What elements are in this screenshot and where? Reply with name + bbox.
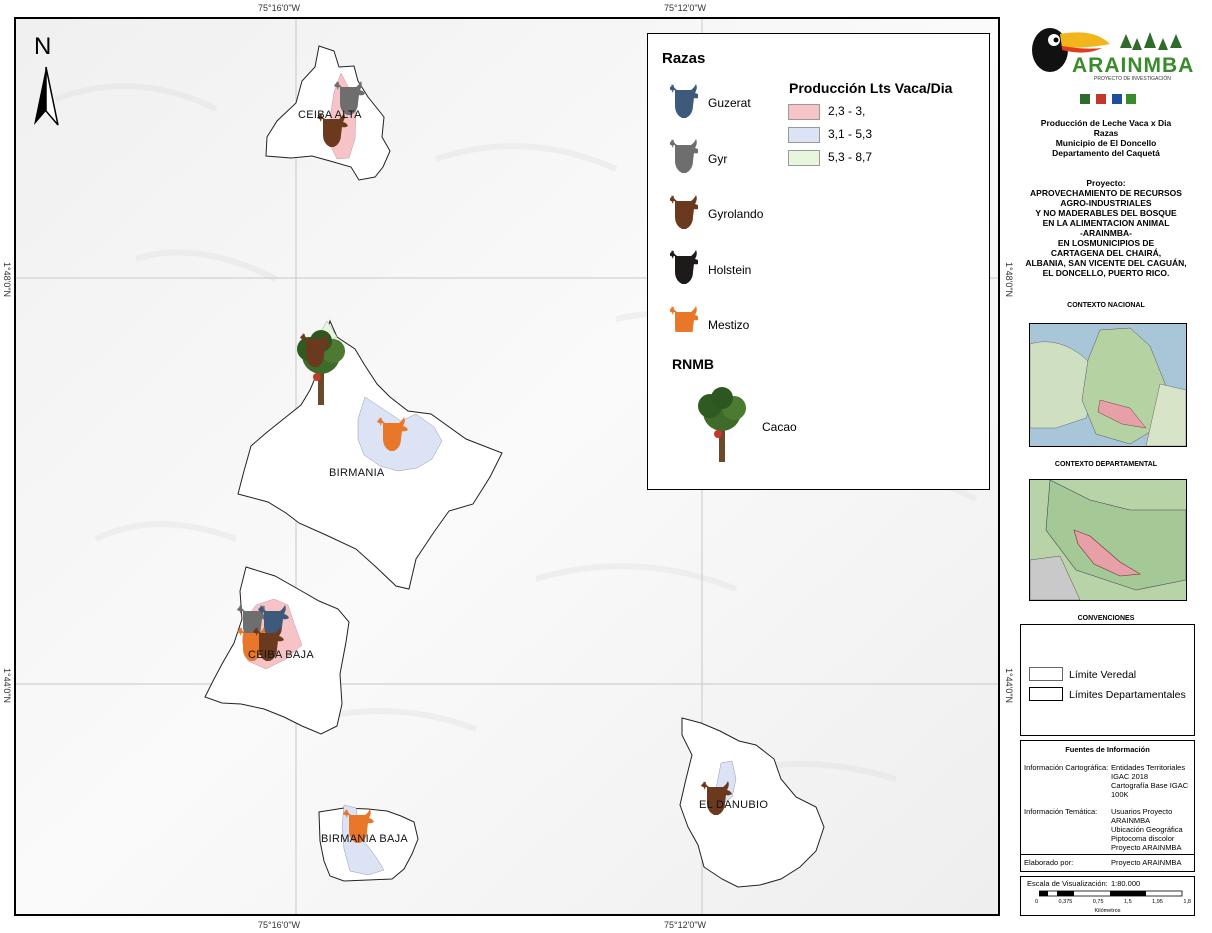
partner-logos-icon bbox=[1080, 94, 1136, 104]
legend-range-3: 5,3 - 8,7 bbox=[828, 150, 873, 164]
project-line-4: EN LA ALIMENTACION ANIMAL bbox=[1042, 218, 1170, 228]
coord-left-lower: 1°44'0"N bbox=[2, 668, 12, 704]
scale-value: 1:80.000 bbox=[1111, 879, 1141, 888]
department-map-icon bbox=[1029, 479, 1187, 601]
legend-range-1: 2,3 - 3, bbox=[828, 104, 866, 118]
project-label: Proyecto: bbox=[1086, 178, 1126, 188]
scale-tick: 1,5 bbox=[1124, 899, 1132, 905]
coord-right-lower: 1°44'0"N bbox=[1004, 668, 1014, 704]
project-line-9: EL DONCELLO, PUERTO RICO. bbox=[1042, 268, 1170, 278]
cacao-icon bbox=[698, 387, 746, 462]
project-block: Proyecto: APROVECHAMIENTO DE RECURSOS AG… bbox=[1012, 178, 1200, 278]
label-birmania: BIRMANIA bbox=[329, 467, 385, 479]
legend-breed-mestizo: Mestizo bbox=[708, 318, 750, 332]
logo-subtext: PROYECTO DE INVESTIGACIÓN bbox=[1094, 76, 1171, 82]
scale-tick: 0,375 bbox=[1058, 899, 1073, 905]
contexto-departamental-title: CONTEXTO DEPARTAMENTAL bbox=[1054, 461, 1158, 468]
map-frame[interactable]: N CEIBA ALTA BIRMANIA CEIBA BAJA BIRMANI… bbox=[14, 17, 1000, 916]
fuentes-cartografica-values: Entidades Territoriales IGAC 2018 Cartog… bbox=[1111, 763, 1188, 799]
fuentes-tematica-values: Usuarios Proyecto ARAINMBA Ubicación Geo… bbox=[1111, 807, 1183, 852]
project-line-1: APROVECHAMIENTO DE RECURSOS bbox=[1030, 188, 1182, 198]
label-el-danubio: EL DANUBIO bbox=[699, 799, 769, 811]
scale-unit: Kilómetros bbox=[1094, 908, 1121, 914]
tematica-value: ARAINMBA bbox=[1111, 816, 1151, 825]
cartografica-value: Cartografía Base IGAC bbox=[1111, 781, 1189, 790]
label-birmania-baja: BIRMANIA BAJA bbox=[321, 833, 409, 845]
legend-breed-gyrolando: Gyrolando bbox=[708, 207, 764, 221]
coord-bottom-left: 75°16'0"W bbox=[258, 920, 301, 930]
scale-tick: 0,75 bbox=[1092, 899, 1104, 905]
scale-ticks: 0 0,375 0,75 1,5 1,95 1,8 bbox=[1035, 899, 1191, 905]
tematica-value: Ubicación Geográfica bbox=[1111, 825, 1183, 834]
limites-departamentales-label: Límites Departamentales bbox=[1069, 689, 1186, 701]
legend-breed-gyr: Gyr bbox=[708, 152, 728, 166]
scale-tick: 1,8 bbox=[1183, 899, 1191, 905]
north-label: N bbox=[34, 33, 52, 60]
fuentes-divider bbox=[1021, 854, 1194, 855]
scale-tick: 0 bbox=[1035, 899, 1039, 905]
cartografica-value: IGAC 2018 bbox=[1111, 772, 1149, 781]
limites-departamentales-swatch bbox=[1029, 687, 1063, 701]
contexto-departamental-map[interactable] bbox=[1029, 479, 1187, 601]
legend-box: Razas Producción Lts Vaca/Dia Guzerat Gy… bbox=[647, 33, 990, 490]
label-ceiba-baja: CEIBA BAJA bbox=[248, 649, 314, 661]
title-line-2: Razas bbox=[1093, 128, 1119, 138]
project-line-7: CARTAGENA DEL CHAIRÁ, bbox=[1050, 248, 1162, 258]
scale-label: Escala de Visualización: bbox=[1027, 879, 1108, 888]
scale-box: Escala de Visualización: 1:80.000 0 0,37… bbox=[1020, 876, 1195, 916]
elaborado-label: Elaborado por: bbox=[1024, 858, 1074, 867]
tematica-value: Proyecto ARAINMBA bbox=[1111, 843, 1182, 852]
scale-bar bbox=[1039, 890, 1183, 897]
contexto-nacional-map[interactable] bbox=[1029, 323, 1187, 447]
limite-veredal-label: Límite Veredal bbox=[1069, 669, 1137, 681]
fuentes-cartografica-label: Información Cartográfica: bbox=[1024, 763, 1109, 772]
holstein-icon bbox=[670, 250, 698, 284]
project-line-3: Y NO MADERABLES DEL BOSQUE bbox=[1035, 208, 1177, 218]
coord-top-right: 75°12'0"W bbox=[664, 3, 707, 13]
convenciones-box: Límite Veredal Límites Departamentales bbox=[1020, 624, 1195, 736]
gyrolando-icon bbox=[670, 195, 698, 229]
title-line-4: Departamento del Caquetá bbox=[1052, 148, 1160, 158]
title-line-3: Municipio de El Doncello bbox=[1055, 138, 1157, 148]
logo-text: ARAINMBA bbox=[1072, 54, 1195, 77]
fuentes-tematica-label: Información Temática: bbox=[1024, 807, 1098, 816]
project-line-5: -ARAINMBA- bbox=[1080, 228, 1132, 238]
logo: ARAINMBA PROYECTO DE INVESTIGACIÓN bbox=[1020, 20, 1196, 86]
legend-breed-holstein: Holstein bbox=[708, 263, 752, 277]
project-line-8: ALBANIA, SAN VICENTE DEL CAGUÁN, bbox=[1025, 258, 1187, 268]
label-ceiba-alta: CEIBA ALTA bbox=[298, 109, 362, 121]
cartografica-value: Entidades Territoriales bbox=[1111, 763, 1186, 772]
title-line-1: Producción de Leche Vaca x Dia bbox=[1040, 118, 1172, 128]
coord-bottom-right: 75°12'0"W bbox=[664, 920, 707, 930]
legend-breed-icons bbox=[670, 84, 698, 332]
mestizo-icon bbox=[670, 306, 698, 332]
legend-range-swatch-2 bbox=[788, 127, 820, 143]
legend-range-2: 3,1 - 5,3 bbox=[828, 127, 873, 141]
legend-cacao: Cacao bbox=[762, 420, 797, 434]
national-map-icon bbox=[1029, 327, 1187, 447]
tematica-value: Usuarios Proyecto bbox=[1111, 807, 1173, 816]
contexto-nacional-title: CONTEXTO NACIONAL bbox=[1067, 302, 1145, 309]
legend-range-swatch-3 bbox=[788, 150, 820, 166]
legend-breed-guzerat: Guzerat bbox=[708, 96, 751, 110]
gyr-icon bbox=[670, 139, 698, 173]
guzerat-icon bbox=[670, 84, 698, 118]
tematica-value: Piptocoma discolor bbox=[1111, 834, 1175, 843]
title-block: Producción de Leche Vaca x Dia Razas Mun… bbox=[1012, 118, 1200, 158]
legend-rnmb-title: RNMB bbox=[672, 356, 714, 372]
project-line-2: AGRO-INDUSTRIALES bbox=[1060, 198, 1152, 208]
legend-produccion-title: Producción Lts Vaca/Dia bbox=[789, 80, 953, 96]
coord-left-upper: 1°48'0"N bbox=[2, 262, 12, 298]
scale-tick: 1,95 bbox=[1152, 899, 1163, 905]
elaborado-value: Proyecto ARAINMBA bbox=[1111, 858, 1182, 867]
coord-top-left: 75°16'0"W bbox=[258, 3, 301, 13]
legend-razas-title: Razas bbox=[662, 50, 706, 67]
fuentes-box: Fuentes de Información Información Carto… bbox=[1020, 740, 1195, 872]
fuentes-title: Fuentes de Información bbox=[1065, 745, 1150, 754]
limite-veredal-swatch bbox=[1029, 667, 1063, 681]
convenciones-title: CONVENCIONES bbox=[1077, 615, 1135, 622]
cartografica-value: 100K bbox=[1111, 790, 1129, 799]
legend-range-swatch-1 bbox=[788, 104, 820, 120]
project-line-6: EN LOSMUNICIPIOS DE bbox=[1057, 238, 1155, 248]
